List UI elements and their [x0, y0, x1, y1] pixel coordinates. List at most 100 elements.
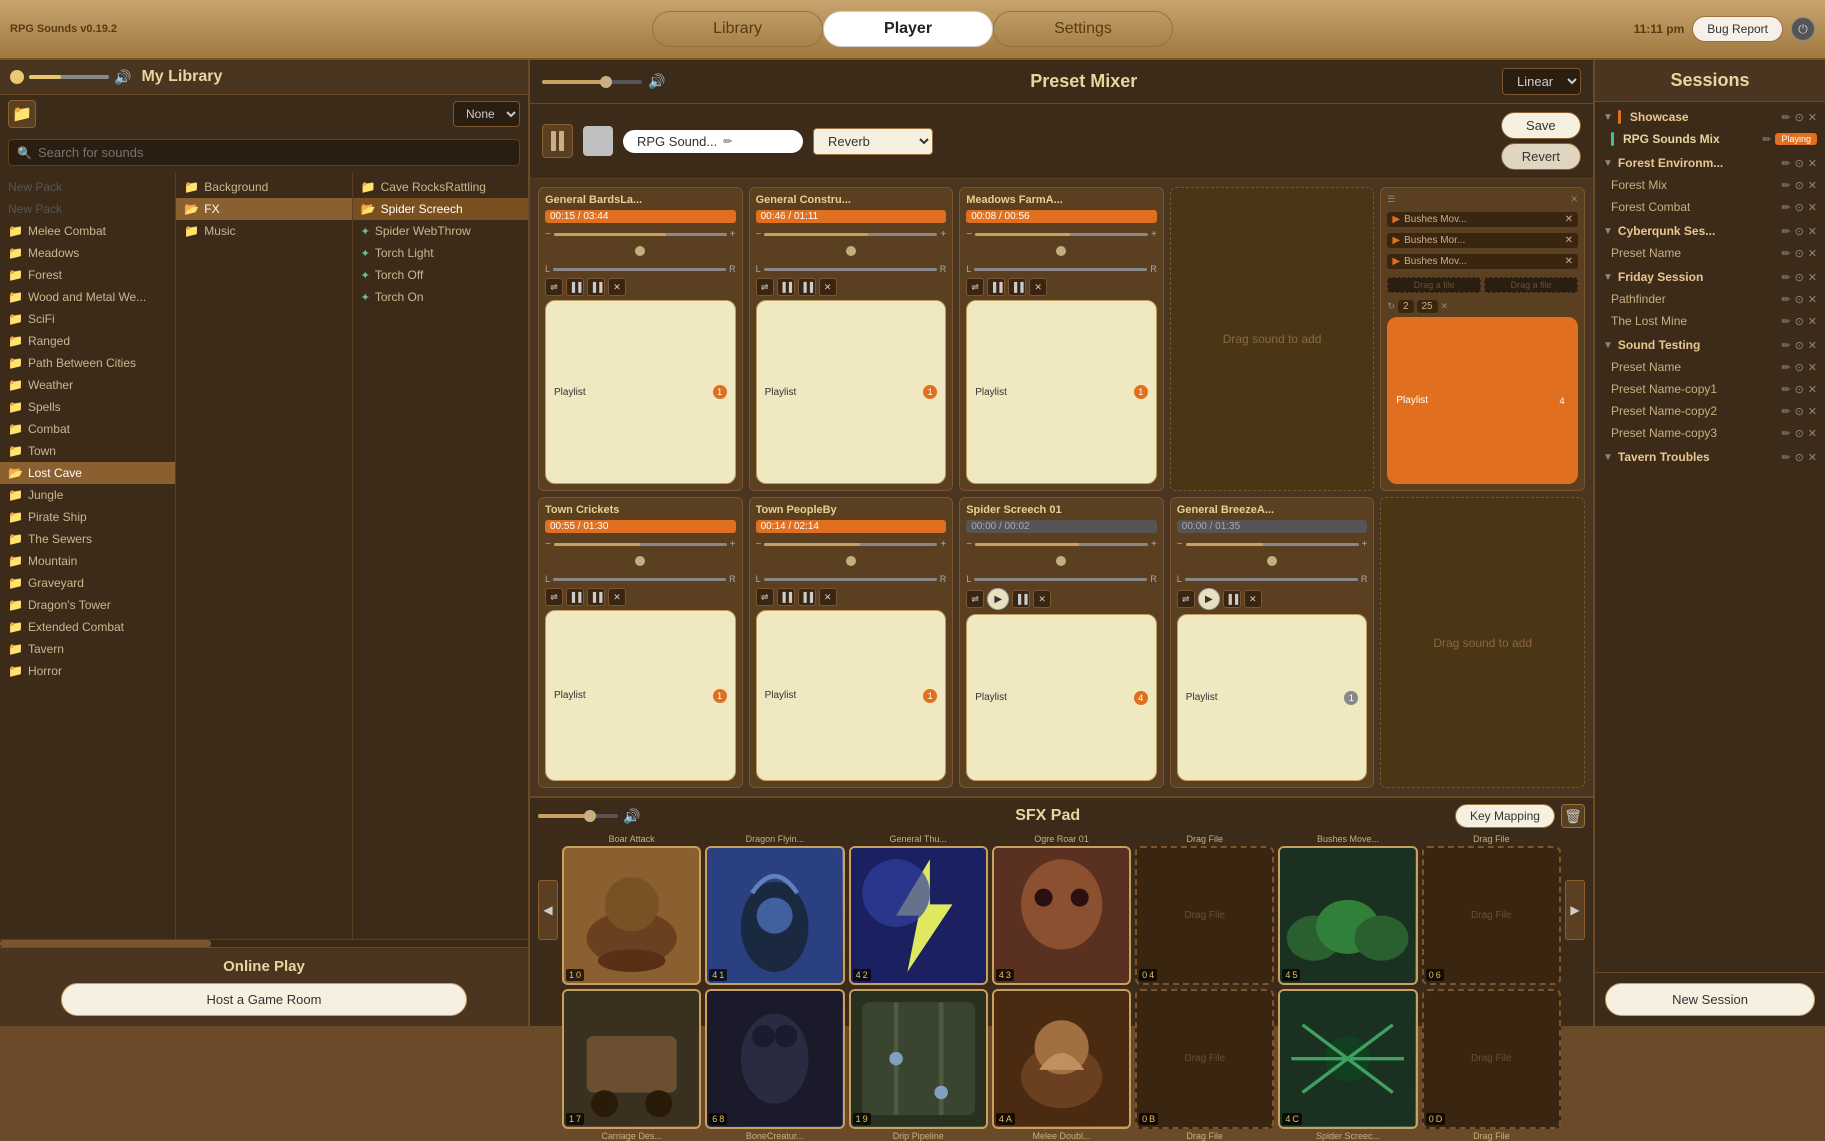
sc-shuffle-btn[interactable]: ⇌: [545, 278, 563, 296]
preset-volume-track[interactable]: [542, 80, 642, 84]
sfx-delete-button[interactable]: 🗑: [1561, 804, 1585, 828]
sc-delete-btn[interactable]: ✕: [819, 278, 837, 296]
sc-playlist-btn[interactable]: Playlist 1: [756, 300, 947, 484]
session-group-header-tavern[interactable]: ▼ Tavern Troubles ✏ ⊙ ✕: [1595, 446, 1825, 468]
sfx-image-empty-4[interactable]: Drag File 0 D: [1422, 989, 1561, 1128]
tab-settings[interactable]: Settings: [993, 11, 1173, 47]
sfx-volume-knob[interactable]: [584, 810, 596, 822]
vol-minus[interactable]: −: [966, 539, 972, 550]
delete-session-icon[interactable]: ✕: [1808, 111, 1817, 124]
sc-playlist-btn[interactable]: Playlist 4: [966, 614, 1157, 781]
sc-play-btn[interactable]: ▶: [987, 588, 1009, 610]
vol-plus[interactable]: +: [1362, 539, 1368, 550]
copy-icon[interactable]: ⊙: [1795, 293, 1804, 306]
lib-item-torch-light[interactable]: ✦Torch Light: [353, 242, 528, 264]
sfx-prev-btn[interactable]: ◀: [538, 880, 558, 940]
lib-item-pirate-ship[interactable]: 📁Pirate Ship: [0, 506, 175, 528]
edit-icon[interactable]: ✏: [1781, 201, 1790, 214]
vol-plus[interactable]: +: [730, 229, 736, 240]
session-item-preset-name[interactable]: Preset Name ✏ ⊙ ✕: [1595, 356, 1825, 378]
lib-item-spider-webthrow[interactable]: ✦Spider WebThrow: [353, 220, 528, 242]
pan-knob[interactable]: [846, 556, 856, 566]
edit-session-icon[interactable]: ✏: [1781, 339, 1790, 352]
copy-icon[interactable]: ⊙: [1795, 179, 1804, 192]
pan-knob[interactable]: [635, 246, 645, 256]
session-item-preset-copy2[interactable]: Preset Name-copy2 ✏ ⊙ ✕: [1595, 400, 1825, 422]
sc-volume-slider[interactable]: [554, 543, 727, 546]
delete-session-icon[interactable]: ✕: [1808, 225, 1817, 238]
sc-playlist-btn[interactable]: Playlist 1: [545, 300, 736, 484]
sfx-image-thunder[interactable]: 4 2: [849, 846, 988, 985]
pan-knob[interactable]: [1056, 556, 1066, 566]
edit-icon[interactable]: ✏: [1781, 427, 1790, 440]
lib-item-meadows[interactable]: 📁Meadows: [0, 242, 175, 264]
sc-pan-track[interactable]: [553, 578, 726, 581]
sfx-image-bushes[interactable]: 4 5: [1278, 846, 1417, 985]
item-close[interactable]: ✕: [1565, 256, 1573, 267]
sc-prev-btn[interactable]: ▐▐: [566, 588, 584, 606]
copy-icon[interactable]: ⊙: [1795, 383, 1804, 396]
sfx-image-bone[interactable]: 6 8: [705, 989, 844, 1128]
vol-minus[interactable]: −: [966, 229, 972, 240]
delete-session-icon[interactable]: ✕: [1808, 451, 1817, 464]
edit-session-icon[interactable]: ✏: [1781, 225, 1790, 238]
lib-item-scifi[interactable]: 📁SciFi: [0, 308, 175, 330]
delete-icon[interactable]: ✕: [1808, 405, 1817, 418]
edit-icon[interactable]: ✏: [1781, 361, 1790, 374]
vol-plus[interactable]: +: [1151, 229, 1157, 240]
sfx-image-carriage[interactable]: 1 7: [562, 989, 701, 1128]
vol-plus[interactable]: +: [730, 539, 736, 550]
session-item-lost-mine[interactable]: The Lost Mine ✏ ⊙ ✕: [1595, 310, 1825, 332]
sc-volume-slider[interactable]: [975, 543, 1148, 546]
lib-item-weather[interactable]: 📁Weather: [0, 374, 175, 396]
lib-item-spells[interactable]: 📁Spells: [0, 396, 175, 418]
tab-player[interactable]: Player: [823, 11, 993, 47]
sc-next-btn[interactable]: ▐▐: [798, 588, 816, 606]
delete-session-icon[interactable]: ✕: [1808, 271, 1817, 284]
sc-next-btn[interactable]: ▐▐: [587, 588, 605, 606]
sc-shuffle-btn[interactable]: ⇌: [966, 278, 984, 296]
edit-icon[interactable]: ✏: [1781, 247, 1790, 260]
sfx-image-spider2[interactable]: 4 C: [1278, 989, 1417, 1128]
sc-next-btn[interactable]: ▐▐: [798, 278, 816, 296]
sc-playlist-btn-active[interactable]: Playlist 4: [1387, 317, 1578, 484]
tab-library[interactable]: Library: [652, 11, 823, 47]
sc-shuffle-btn[interactable]: ⇌: [545, 588, 563, 606]
library-scrollbar[interactable]: [0, 939, 528, 947]
delete-session-icon[interactable]: ✕: [1808, 157, 1817, 170]
revert-button[interactable]: Revert: [1501, 143, 1581, 170]
edit-icon[interactable]: ✏: [1781, 293, 1790, 306]
delete-icon[interactable]: ✕: [1808, 247, 1817, 260]
sfx-image-ogre[interactable]: 4 3: [992, 846, 1131, 985]
session-group-header-showcase[interactable]: ▼ Showcase ✏ ⊙ ✕: [1595, 106, 1825, 128]
lib-item-sewers[interactable]: 📁The Sewers: [0, 528, 175, 550]
library-volume-control[interactable]: 🔊: [10, 69, 131, 86]
delete-icon[interactable]: ✕: [1808, 315, 1817, 328]
lib-item-cave-rocks[interactable]: 📁Cave RocksRattling: [353, 176, 528, 198]
sc-volume-slider[interactable]: [975, 233, 1148, 236]
sc-delete-btn[interactable]: ✕: [819, 588, 837, 606]
search-input[interactable]: [38, 145, 511, 160]
item-close[interactable]: ✕: [1565, 235, 1573, 246]
lib-item-melee-combat[interactable]: 📁Melee Combat: [0, 220, 175, 242]
copy-icon[interactable]: ⊙: [1795, 405, 1804, 418]
sfx-image-empty-2[interactable]: Drag File 0 6: [1422, 846, 1561, 985]
sfx-image-drip[interactable]: 1 9: [849, 989, 988, 1128]
copy-icon[interactable]: ⊙: [1795, 247, 1804, 260]
sc-playlist-btn[interactable]: Playlist 1: [545, 610, 736, 781]
sc-pan-track[interactable]: [764, 578, 937, 581]
copy-icon[interactable]: ⊙: [1795, 201, 1804, 214]
lib-item-path[interactable]: 📁Path Between Cities: [0, 352, 175, 374]
pan-knob[interactable]: [635, 556, 645, 566]
sc-next-btn[interactable]: ▐▐: [1223, 590, 1241, 608]
sc-pan-track[interactable]: [553, 268, 726, 271]
edit-track-icon[interactable]: ✏: [723, 135, 732, 148]
sc-prev-btn[interactable]: ▐▐: [566, 278, 584, 296]
sfx-volume-track[interactable]: [538, 814, 618, 818]
sc-prev-btn[interactable]: ▐▐: [777, 278, 795, 296]
lib-item-torch-off[interactable]: ✦Torch Off: [353, 264, 528, 286]
session-item-pathfinder[interactable]: Pathfinder ✏ ⊙ ✕: [1595, 288, 1825, 310]
sc-next-btn[interactable]: ▐▐: [587, 278, 605, 296]
copy-session-icon[interactable]: ⊙: [1795, 111, 1804, 124]
sc-prev-btn[interactable]: ▐▐: [987, 278, 1005, 296]
